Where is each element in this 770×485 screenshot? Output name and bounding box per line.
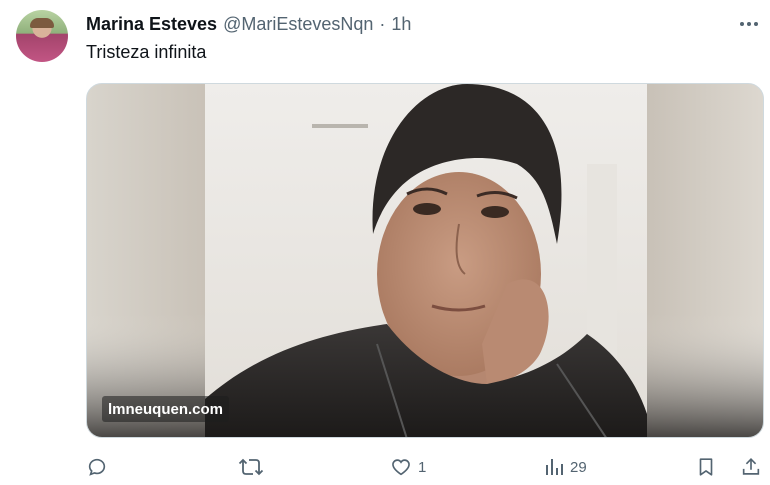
tweet-text: Tristeza infinita xyxy=(86,42,207,62)
author-name[interactable]: Marina Esteves xyxy=(86,14,217,35)
more-dot xyxy=(740,22,744,26)
views-icon xyxy=(546,459,563,475)
avatar[interactable] xyxy=(16,10,68,62)
bookmark-icon xyxy=(699,458,713,476)
reply-icon xyxy=(88,458,106,476)
share-button[interactable] xyxy=(740,452,762,482)
media-watermark: lmneuquen.com xyxy=(102,396,230,422)
tweet: Marina Esteves @MariEstevesNqn · 1h Tris… xyxy=(0,0,770,485)
like-button[interactable]: 1 xyxy=(390,452,426,482)
author-handle[interactable]: @MariEstevesNqn xyxy=(223,14,373,35)
share-icon xyxy=(742,458,760,475)
tweet-time[interactable]: 1h xyxy=(391,14,411,35)
heart-icon xyxy=(392,459,410,476)
more-options-icon[interactable] xyxy=(736,12,762,36)
tweet-media[interactable] xyxy=(86,83,764,438)
media-photo xyxy=(87,84,763,437)
tweet-actions: 1 29 xyxy=(0,452,770,482)
header-separator: · xyxy=(379,13,386,34)
retweet-button[interactable] xyxy=(238,452,270,482)
like-count: 1 xyxy=(418,458,427,476)
more-dot xyxy=(747,22,751,26)
more-dot xyxy=(754,22,758,26)
reply-button[interactable] xyxy=(86,452,114,482)
tweet-header: Marina Esteves @MariEstevesNqn · 1h xyxy=(86,12,411,36)
views-button[interactable]: 29 xyxy=(544,452,587,482)
avatar-cap xyxy=(30,18,54,28)
views-count: 29 xyxy=(570,458,587,476)
bookmark-button[interactable] xyxy=(695,452,717,482)
retweet-icon xyxy=(238,458,264,476)
